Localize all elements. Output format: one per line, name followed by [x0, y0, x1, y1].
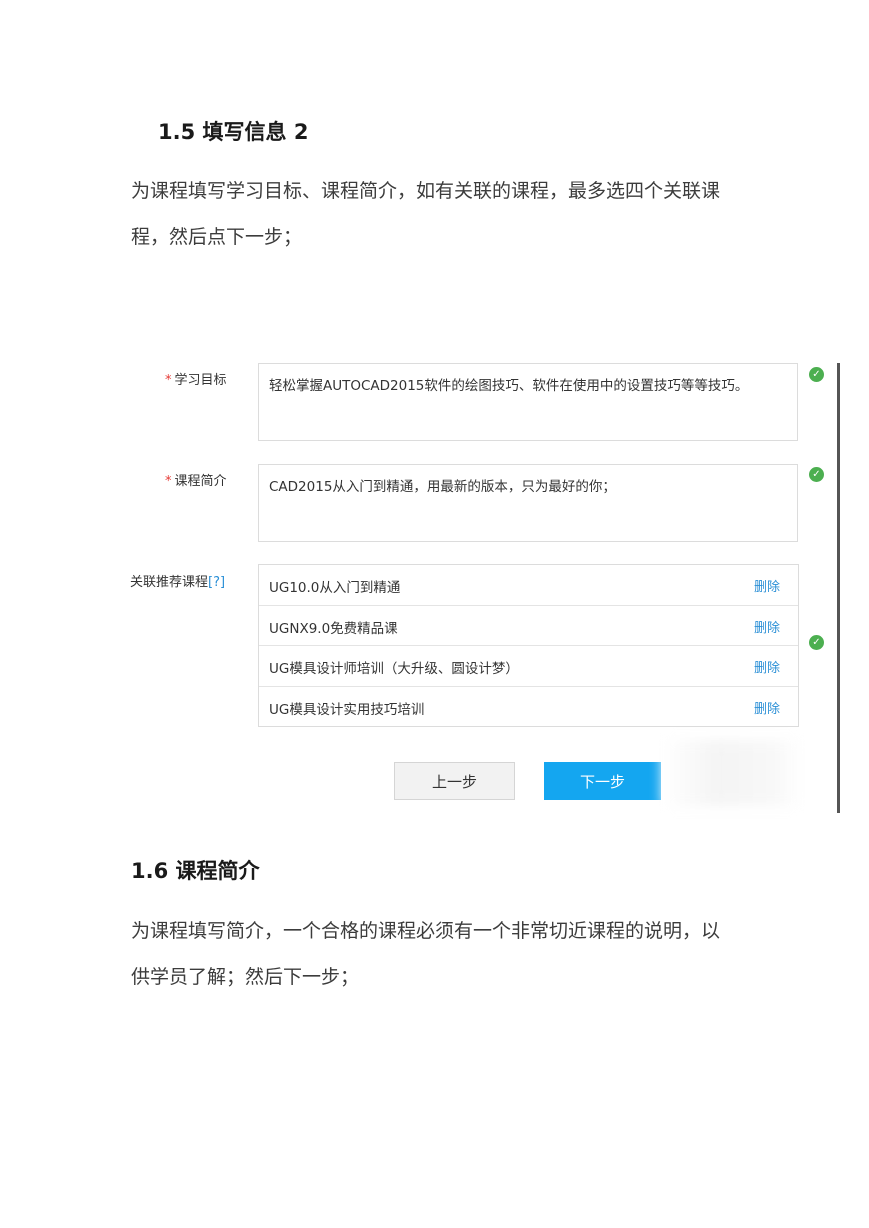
- check-circle-icon: ✓: [809, 367, 824, 382]
- learning-goal-label: * 学习目标: [165, 369, 227, 388]
- section-heading-1-6: 1.6 课程简介: [131, 859, 260, 883]
- required-mark: *: [165, 474, 172, 489]
- help-link[interactable]: [?]: [208, 575, 225, 590]
- list-item: UGNX9.0免费精品课 删除: [259, 606, 798, 646]
- delete-link[interactable]: 删除: [754, 657, 780, 676]
- related-courses-list: UG10.0从入门到精通 删除 UGNX9.0免费精品课 删除 UG模具设计师培…: [258, 564, 799, 727]
- learning-goal-input[interactable]: 轻松掌握AUTOCAD2015软件的绘图技巧、软件在使用中的设置技巧等等技巧。: [258, 363, 798, 441]
- label-text: 课程简介: [174, 474, 227, 489]
- required-mark: *: [165, 373, 172, 388]
- list-item: UG10.0从入门到精通 删除: [259, 565, 798, 606]
- section-paragraph-1-6: 为课程填写简介，一个合格的课程必须有一个非常切近课程的说明，以 供学员了解；然后…: [131, 908, 751, 1000]
- paragraph-line: 供学员了解；然后下一步；: [131, 966, 360, 988]
- list-item: UG模具设计实用技巧培训 删除: [259, 687, 798, 727]
- course-name: UG模具设计实用技巧培训: [269, 701, 425, 718]
- course-intro-label: * 课程简介: [165, 470, 227, 489]
- delete-link[interactable]: 删除: [754, 698, 780, 717]
- course-name: UG模具设计师培训（大升级、圆设计梦）: [269, 661, 519, 677]
- section-paragraph-1-5: 为课程填写学习目标、课程简介，如有关联的课程，最多选四个关联课 程，然后点下一步…: [131, 168, 751, 260]
- delete-link[interactable]: 删除: [754, 576, 780, 595]
- paragraph-line: 程，然后点下一步；: [131, 226, 303, 248]
- delete-link[interactable]: 删除: [754, 617, 780, 636]
- related-courses-label: 关联推荐课程[?]: [130, 571, 225, 590]
- check-circle-icon: ✓: [809, 635, 824, 650]
- course-intro-value: CAD2015从入门到精通，用最新的版本，只为最好的你；: [269, 479, 616, 495]
- screenshot-edge-bar: [837, 363, 840, 813]
- list-item: UG模具设计师培训（大升级、圆设计梦） 删除: [259, 646, 798, 687]
- blurred-region: [662, 740, 802, 806]
- label-text: 关联推荐课程: [130, 575, 209, 590]
- paragraph-line: 为课程填写简介，一个合格的课程必须有一个非常切近课程的说明，以: [131, 920, 721, 942]
- course-intro-input[interactable]: CAD2015从入门到精通，用最新的版本，只为最好的你；: [258, 464, 798, 542]
- label-text: 学习目标: [174, 373, 227, 388]
- paragraph-line: 为课程填写学习目标、课程简介，如有关联的课程，最多选四个关联课: [131, 180, 721, 202]
- section-heading-1-5: 1.5 填写信息 2: [158, 120, 309, 144]
- check-circle-icon: ✓: [809, 467, 824, 482]
- next-step-button[interactable]: 下一步: [544, 762, 661, 800]
- prev-step-button[interactable]: 上一步: [394, 762, 515, 800]
- learning-goal-value: 轻松掌握AUTOCAD2015软件的绘图技巧、软件在使用中的设置技巧等等技巧。: [269, 378, 749, 394]
- course-name: UG10.0从入门到精通: [269, 580, 401, 596]
- course-name: UGNX9.0免费精品课: [269, 620, 398, 637]
